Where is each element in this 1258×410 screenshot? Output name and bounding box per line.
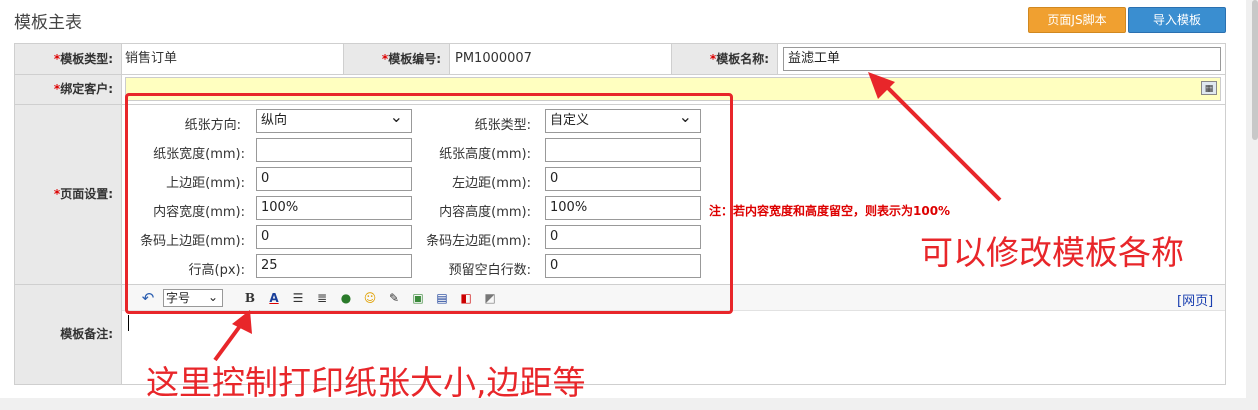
rename-arrow-head	[868, 72, 895, 99]
print-arrow-line	[213, 324, 242, 362]
rename-arrow-line	[883, 83, 1002, 202]
scrollbar[interactable]	[1252, 0, 1258, 140]
annotation-arrows	[213, 72, 1002, 362]
print-annotation: 这里控制打印纸张大小,边距等	[146, 363, 586, 402]
rename-annotation: 可以修改模板各称	[920, 233, 1184, 272]
